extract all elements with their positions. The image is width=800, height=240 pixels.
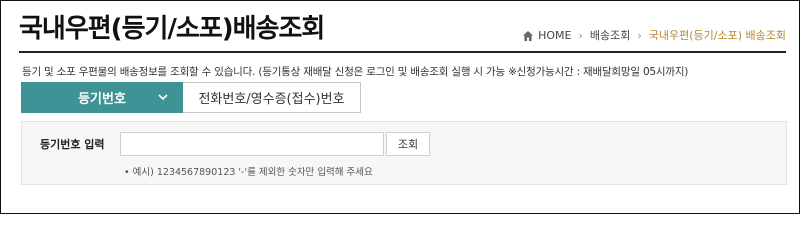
input-hint: • 예시) 1234567890123 '-'를 제외한 숫자만 입력해 주세요 bbox=[124, 167, 373, 178]
breadcrumb-separator-icon: › bbox=[637, 29, 642, 42]
home-icon bbox=[522, 30, 534, 42]
registered-number-label: 등기번호 입력 bbox=[40, 138, 105, 151]
breadcrumb-separator-icon: › bbox=[578, 29, 583, 42]
breadcrumb: HOME › 배송조회 › 국내우편(등기/소포) 배송조회 bbox=[522, 28, 786, 44]
title-divider bbox=[19, 51, 786, 53]
breadcrumb-home-link[interactable]: HOME bbox=[538, 28, 571, 44]
chevron-down-icon bbox=[157, 91, 169, 103]
search-button[interactable]: 조회 bbox=[386, 132, 430, 156]
breadcrumb-current: 국내우편(등기/소포) 배송조회 bbox=[648, 29, 786, 42]
tab-phone-receipt-number-label: 전화번호/영수증(접수)번호 bbox=[198, 92, 345, 107]
tab-registered-number[interactable]: 등기번호 bbox=[21, 82, 183, 113]
tab-registered-number-label: 등기번호 bbox=[78, 92, 126, 107]
tab-phone-receipt-number[interactable]: 전화번호/영수증(접수)번호 bbox=[183, 82, 361, 113]
page-frame: 국내우편(등기/소포)배송조회 HOME › 배송조회 › 국내우편(등기/소포… bbox=[0, 0, 800, 214]
breadcrumb-level1-link[interactable]: 배송조회 bbox=[590, 28, 630, 44]
page-description: 등기 및 소포 우편물의 배송정보를 조회할 수 있습니다. (등기통상 재배달… bbox=[22, 66, 689, 78]
search-form: 등기번호 입력 조회 • 예시) 1234567890123 '-'를 제외한 … bbox=[21, 121, 787, 185]
search-type-tabs: 등기번호 전화번호/영수증(접수)번호 bbox=[21, 82, 361, 113]
registered-number-input[interactable] bbox=[120, 132, 384, 156]
page-title: 국내우편(등기/소포)배송조회 bbox=[19, 14, 325, 44]
